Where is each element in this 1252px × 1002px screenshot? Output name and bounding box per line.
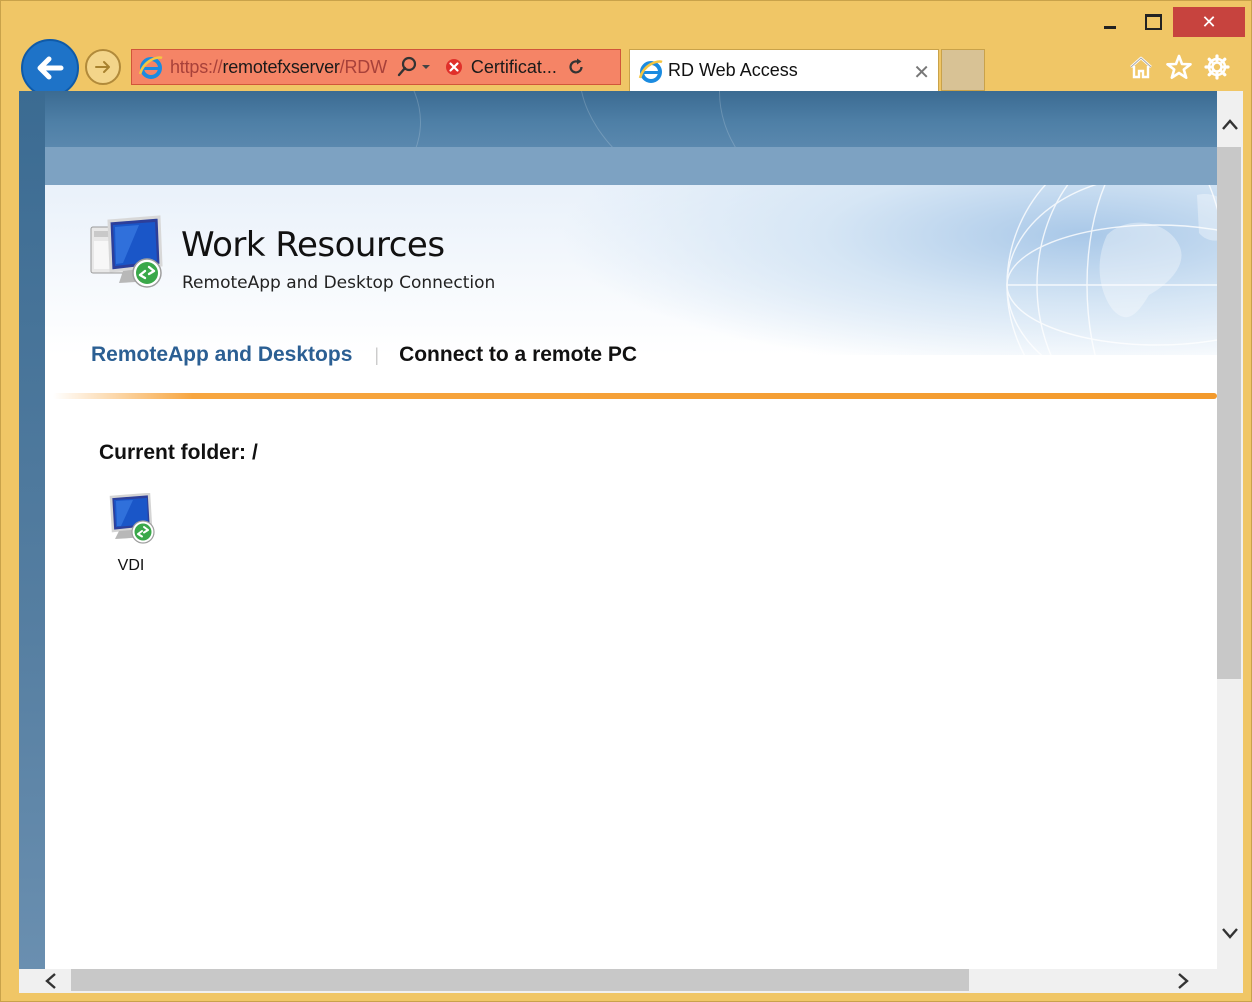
current-folder-path: / [252,441,258,464]
vertical-scrollbar[interactable] [1217,91,1243,969]
back-arrow-icon [37,56,64,80]
horizontal-scroll-thumb[interactable] [71,969,969,991]
forward-arrow-icon [95,61,110,73]
tab-close-icon[interactable]: ✕ [913,60,930,84]
chevron-down-icon[interactable] [421,62,431,72]
scroll-up-icon[interactable] [1220,117,1240,133]
tab-rd-web-access[interactable]: RD Web Access ✕ [629,49,939,91]
scroll-right-icon[interactable] [1175,971,1191,991]
vertical-scroll-thumb[interactable] [1217,147,1241,679]
forward-button[interactable] [85,49,121,85]
url-text[interactable]: https://remotefxserver/RDW [170,57,387,78]
maximize-button[interactable] [1135,7,1171,37]
tab-title: RD Web Access [668,60,798,80]
nav-separator: | [374,344,380,365]
internet-explorer-icon [138,56,163,79]
remote-desktop-icon [109,493,155,544]
scroll-down-icon[interactable] [1220,925,1240,941]
scroll-left-icon[interactable] [43,971,59,991]
left-background-strip [19,91,45,969]
horizontal-scrollbar[interactable] [19,969,1243,993]
banner: Work Resources RemoteApp and Desktop Con… [45,185,1217,355]
remote-desktop-logo-icon [90,215,163,288]
resource-vdi[interactable]: VDI [101,493,161,575]
internet-explorer-icon [638,59,663,83]
nav-connect-to-remote-pc[interactable]: Connect to a remote PC [399,343,637,367]
globe-watermark [1006,185,1217,355]
maximize-icon [1144,14,1162,30]
nav-underline [53,393,1217,399]
certificate-error-label[interactable]: Certificat... [471,57,557,78]
page-title: Work Resources [181,225,445,265]
minimize-icon [1104,25,1116,29]
header-background [19,91,1217,273]
resource-label: VDI [117,557,145,574]
back-button[interactable] [21,39,79,97]
browser-window: ✕ https://remotefxserver/RDW Certificat.… [0,0,1252,1002]
page-viewport: Work Resources RemoteApp and Desktop Con… [19,91,1217,969]
nav-remoteapp-and-desktops[interactable]: RemoteApp and Desktops [91,343,352,367]
star-icon[interactable] [1165,53,1193,81]
refresh-icon[interactable] [567,58,585,76]
gear-icon[interactable] [1203,53,1231,81]
minimize-button[interactable] [1093,7,1127,37]
main-navigation: RemoteApp and Desktops | Connect to a re… [91,343,637,367]
top-band [45,147,1217,185]
address-bar[interactable]: https://remotefxserver/RDW Certificat... [131,49,621,85]
new-tab-button[interactable] [941,49,985,91]
close-icon: ✕ [1201,11,1217,33]
page-subtitle: RemoteApp and Desktop Connection [182,273,496,293]
search-icon[interactable] [397,56,417,78]
rd-web-page: Work Resources RemoteApp and Desktop Con… [45,147,1217,969]
current-folder-label: Current folder: [99,441,246,464]
current-folder: Current folder: / [99,441,258,465]
certificate-error-icon[interactable] [445,58,463,76]
close-button[interactable]: ✕ [1173,7,1245,37]
home-icon[interactable] [1127,53,1155,81]
